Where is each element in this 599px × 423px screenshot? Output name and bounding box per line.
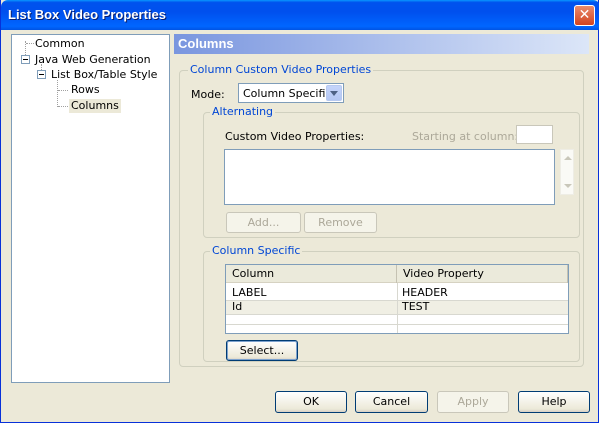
column-specific-table[interactable]: Column Video Property LABEL HEADER Id TE…: [225, 264, 569, 334]
navigation-tree[interactable]: Common Java Web Generation List Box/Tabl…: [11, 34, 170, 383]
grid-line: [397, 283, 398, 333]
panel-title: Columns: [174, 34, 589, 54]
tree-item-rows[interactable]: Rows: [71, 83, 100, 97]
custom-video-properties-label: Custom Video Properties:: [225, 130, 365, 143]
mode-select[interactable]: Column Specific: [238, 83, 344, 103]
window-title: List Box Video Properties: [8, 7, 166, 22]
grid-line: [226, 324, 568, 325]
table-header: Column Video Property: [226, 265, 568, 283]
column-header-video-property[interactable]: Video Property: [397, 265, 568, 283]
tree-item-common[interactable]: Common: [35, 37, 85, 51]
title-bar[interactable]: List Box Video Properties ✕: [1, 0, 599, 30]
group-label: Alternating: [210, 105, 276, 118]
add-button: Add...: [226, 212, 301, 233]
cell-video-property: TEST: [402, 300, 430, 313]
help-button[interactable]: Help: [518, 391, 590, 413]
tree-connector: [58, 106, 68, 107]
tree-connector: [57, 80, 58, 107]
tree-connector: [58, 90, 68, 91]
chevron-down-icon[interactable]: [326, 85, 342, 101]
close-icon[interactable]: ✕: [574, 5, 595, 26]
cell-video-property: HEADER: [402, 286, 448, 299]
tree-item-columns[interactable]: Columns: [69, 99, 121, 113]
scroll-up-icon: [564, 156, 572, 160]
grid-line: [226, 314, 568, 315]
cell-column: Id: [232, 300, 243, 313]
list-scrollbar: [560, 149, 574, 195]
apply-button: Apply: [437, 391, 509, 413]
tree-item-java-web-generation[interactable]: Java Web Generation: [35, 53, 151, 67]
column-header-column[interactable]: Column: [226, 265, 397, 283]
starting-column-field: [516, 125, 553, 144]
starting-at-column-label: Starting at column:: [412, 130, 519, 143]
group-label: Column Specific: [210, 244, 303, 257]
properties-panel: Columns Column Custom Video Properties M…: [174, 34, 589, 377]
scroll-down-icon: [564, 184, 572, 188]
tree-item-list-box-table-style[interactable]: List Box/Table Style: [51, 68, 157, 82]
remove-button: Remove: [304, 212, 377, 233]
cancel-button[interactable]: Cancel: [355, 391, 428, 413]
cell-column: LABEL: [232, 286, 267, 299]
alternating-properties-list[interactable]: [224, 149, 555, 205]
ok-button[interactable]: OK: [275, 391, 347, 413]
tree-connector: [26, 43, 34, 44]
collapse-icon[interactable]: [37, 70, 46, 79]
grid-line: [226, 300, 568, 301]
collapse-icon[interactable]: [21, 55, 30, 64]
group-label: Column Custom Video Properties: [188, 63, 374, 76]
mode-label: Mode:: [191, 88, 225, 101]
select-button[interactable]: Select...: [226, 340, 298, 361]
dialog-window: List Box Video Properties ✕ Common Java …: [0, 0, 599, 423]
mode-value: Column Specific: [243, 87, 332, 100]
